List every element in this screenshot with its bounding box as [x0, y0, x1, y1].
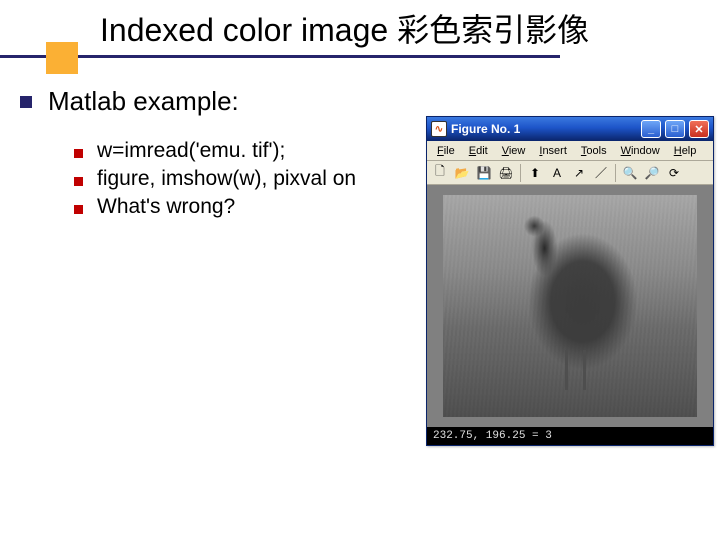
- slide-title-area: Indexed color image 彩色索引影像: [0, 0, 720, 58]
- toolbar: 🗋 📂 💾 🖨 ⬆ A ↗ ／ 🔍 🔎 ⟳: [427, 161, 713, 185]
- window-title: Figure No. 1: [451, 122, 637, 136]
- zoom-out-icon[interactable]: 🔎: [642, 163, 662, 183]
- bullet-small-icon: [74, 205, 83, 214]
- figure-canvas[interactable]: 232.75, 196.25 = 3: [427, 185, 713, 445]
- bullet-small-icon: [74, 177, 83, 186]
- minimize-button[interactable]: _: [641, 120, 661, 138]
- slide-title: Indexed color image 彩色索引影像: [100, 10, 720, 50]
- toolbar-separator: [615, 164, 616, 182]
- close-button[interactable]: ✕: [689, 120, 709, 138]
- pixval-statusbar: 232.75, 196.25 = 3: [427, 427, 713, 445]
- rotate-icon[interactable]: ⟳: [664, 163, 684, 183]
- menu-help[interactable]: Help: [668, 144, 703, 158]
- save-icon[interactable]: 💾: [474, 163, 494, 183]
- menu-insert[interactable]: Insert: [533, 144, 573, 158]
- open-file-icon[interactable]: 📂: [452, 163, 472, 183]
- menu-file[interactable]: File: [431, 144, 461, 158]
- app-icon: ∿: [431, 121, 447, 137]
- toolbar-separator: [520, 164, 521, 182]
- menu-view[interactable]: View: [496, 144, 532, 158]
- image-display: [443, 195, 697, 417]
- list-item-text: w=imread('emu. tif');: [97, 139, 285, 163]
- title-accent-square: [46, 42, 78, 74]
- menu-edit[interactable]: Edit: [463, 144, 494, 158]
- pointer-icon[interactable]: ⬆: [525, 163, 545, 183]
- window-titlebar[interactable]: ∿ Figure No. 1 _ □ ✕: [427, 117, 713, 141]
- menu-tools[interactable]: Tools: [575, 144, 613, 158]
- bullet-small-icon: [74, 149, 83, 158]
- bullet-square-icon: [20, 96, 32, 108]
- line-tool-icon[interactable]: ／: [591, 163, 611, 183]
- figure-window: ∿ Figure No. 1 _ □ ✕ File Edit View Inse…: [426, 116, 714, 446]
- text-tool-icon[interactable]: A: [547, 163, 567, 183]
- print-icon[interactable]: 🖨: [496, 163, 516, 183]
- bullet-level1: Matlab example:: [20, 86, 720, 117]
- list-item-text: What's wrong?: [97, 195, 235, 219]
- maximize-button[interactable]: □: [665, 120, 685, 138]
- arrow-tool-icon[interactable]: ↗: [569, 163, 589, 183]
- new-file-icon[interactable]: 🗋: [430, 163, 450, 183]
- zoom-in-icon[interactable]: 🔍: [620, 163, 640, 183]
- list-item-text: figure, imshow(w), pixval on: [97, 167, 356, 191]
- heading-text: Matlab example:: [48, 86, 239, 117]
- image-detail: [565, 350, 568, 390]
- menu-window[interactable]: Window: [615, 144, 666, 158]
- menu-bar: File Edit View Insert Tools Window Help: [427, 141, 713, 161]
